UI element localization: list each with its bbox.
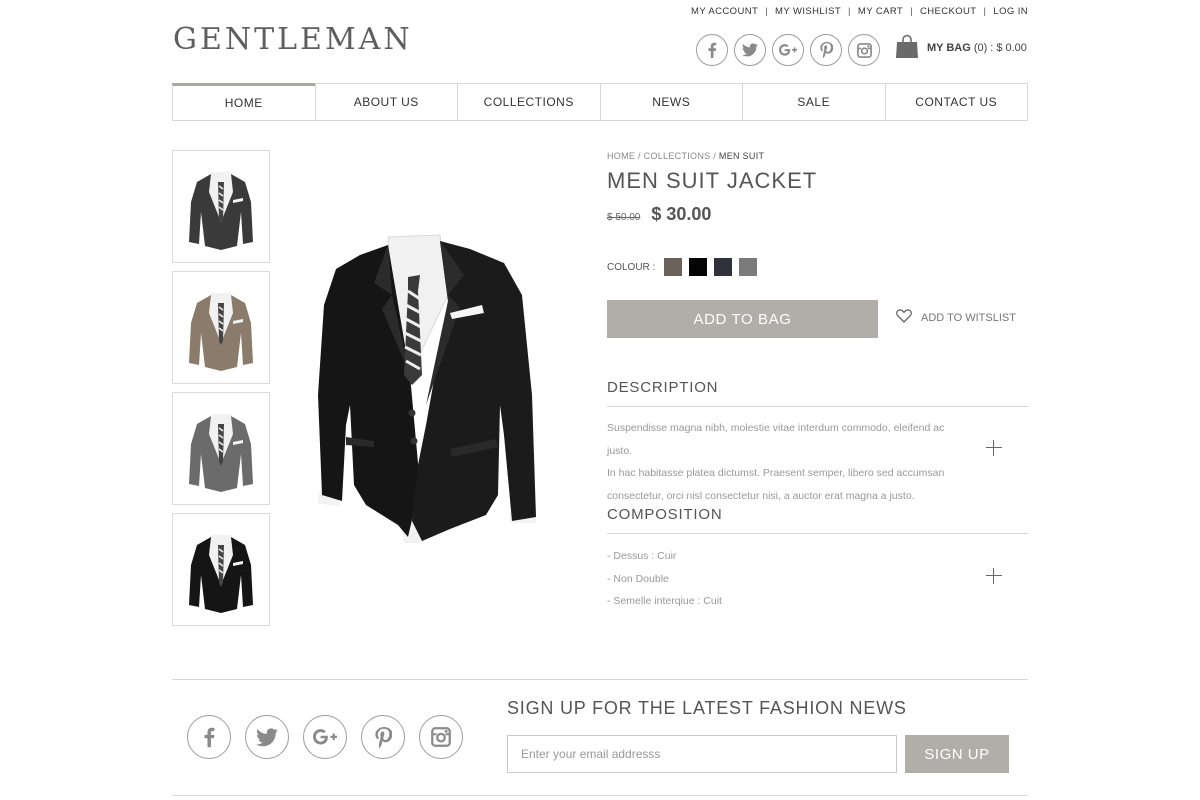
expand-description-icon[interactable] (986, 440, 1002, 456)
description-line: Suspendisse magna nibh, molestie vitae i… (607, 422, 945, 457)
separator: | (848, 6, 851, 17)
jacket-thumbnail-image (189, 292, 253, 371)
breadcrumb-separator: / (713, 151, 717, 161)
description-heading[interactable]: DESCRIPTION (607, 379, 718, 396)
add-to-wishlist-link[interactable]: ADD TO WITSLIST (896, 309, 1016, 326)
add-to-bag-button[interactable]: ADD TO BAG (607, 300, 878, 338)
heart-icon (896, 309, 912, 326)
my-cart-link[interactable]: MY CART (858, 6, 903, 17)
breadcrumb-home[interactable]: HOME (607, 151, 635, 161)
colour-selector: COLOUR : (607, 258, 764, 276)
pinterest-icon[interactable] (361, 715, 405, 759)
my-account-link[interactable]: MY ACCOUNT (691, 6, 758, 17)
product-thumbnail[interactable] (172, 513, 270, 626)
nav-about-us[interactable]: ABOUT US (314, 84, 458, 120)
top-links: MY ACCOUNT | MY WISHLIST | MY CART | CHE… (691, 6, 1028, 17)
description-line: consectetur, orci nisl consectetur nisi,… (607, 489, 915, 502)
description-line: In hac habitasse platea dictumst. Praese… (607, 467, 945, 479)
pinterest-icon[interactable] (810, 34, 842, 66)
nav-sale[interactable]: SALE (742, 84, 885, 120)
breadcrumb: HOME / COLLECTIONS / MEN SUIT (607, 151, 764, 161)
breadcrumb-separator: / (638, 151, 641, 161)
instagram-icon[interactable] (848, 34, 880, 66)
separator: | (765, 6, 769, 17)
nav-collections[interactable]: COLLECTIONS (457, 84, 600, 120)
product-prices: $ 50.00 $ 30.00 (607, 204, 711, 225)
nav-news[interactable]: NEWS (599, 84, 743, 120)
mini-cart[interactable]: MY BAG (0) : $ 0.00 (895, 34, 1027, 62)
shopping-bag-icon (895, 34, 919, 62)
main-navigation: HOME ABOUT US COLLECTIONS NEWS SALE CONT… (172, 83, 1028, 121)
bag-label: MY BAG (927, 42, 971, 54)
wishlist-label: ADD TO WITSLIST (921, 311, 1016, 324)
composition-text: - Dessus : Cuir - Non Double - Semelle i… (607, 545, 967, 613)
main-product-image (317, 234, 536, 543)
nav-home[interactable]: HOME (172, 83, 315, 120)
breadcrumb-collections[interactable]: COLLECTIONS (644, 151, 711, 161)
email-field[interactable] (507, 735, 897, 773)
composition-heading[interactable]: COMPOSITION (607, 506, 722, 523)
description-divider (607, 406, 1028, 407)
composition-line: - Non Double (607, 572, 669, 585)
google-plus-icon[interactable] (303, 715, 347, 759)
colour-swatch-black[interactable] (689, 258, 708, 276)
sign-up-button[interactable]: SIGN UP (905, 735, 1009, 773)
bag-separator: : (990, 42, 994, 54)
twitter-icon[interactable] (734, 34, 766, 66)
jacket-thumbnail-image (189, 534, 253, 613)
header-social-links (696, 34, 880, 66)
checkout-link[interactable]: CHECKOUT (920, 6, 977, 17)
description-text: Suspendisse magna nibh, molestie vitae i… (607, 417, 967, 507)
colour-swatch-grey[interactable] (739, 258, 758, 276)
newsletter-heading: SIGN UP FOR THE LATEST FASHION NEWS (507, 698, 907, 718)
breadcrumb-current: MEN SUIT (718, 151, 765, 161)
product-thumbnail[interactable] (172, 271, 270, 384)
google-plus-icon[interactable] (772, 34, 804, 66)
composition-line: - Dessus : Cuir (607, 550, 677, 562)
my-wishlist-link[interactable]: MY WISHLIST (775, 6, 841, 17)
bag-total: $ 0.00 (996, 42, 1027, 54)
site-logo[interactable]: GENTLEMAN (173, 22, 413, 57)
instagram-icon[interactable] (419, 715, 463, 759)
footer-top-divider (172, 679, 1028, 680)
product-thumbnail[interactable] (172, 150, 270, 263)
nav-contact-us[interactable]: CONTACT US (884, 84, 1028, 120)
bag-count: (0) (973, 42, 988, 54)
footer-social-links (187, 715, 463, 759)
composition-divider (607, 533, 1028, 534)
expand-composition-icon[interactable] (986, 568, 1002, 584)
sale-price: $ 30.00 (651, 204, 712, 224)
product-thumbnails (172, 150, 270, 626)
footer-bottom-divider (172, 795, 1028, 796)
facebook-icon[interactable] (187, 715, 231, 759)
login-link[interactable]: LOG IN (993, 6, 1028, 17)
colour-swatch-brown[interactable] (664, 258, 683, 276)
facebook-icon[interactable] (696, 34, 728, 66)
product-thumbnail[interactable] (172, 392, 270, 505)
old-price: $ 50.00 (607, 212, 641, 223)
colour-swatch-navy[interactable] (714, 258, 733, 276)
composition-line: - Semelle interqiue : Cuit (607, 595, 722, 607)
jacket-thumbnail-image (189, 171, 253, 250)
colour-label: COLOUR : (607, 261, 656, 273)
twitter-icon[interactable] (245, 715, 289, 759)
separator: | (910, 6, 913, 17)
separator: | (983, 6, 987, 17)
jacket-thumbnail-image (189, 413, 253, 492)
product-title: MEN SUIT JACKET (607, 168, 818, 193)
